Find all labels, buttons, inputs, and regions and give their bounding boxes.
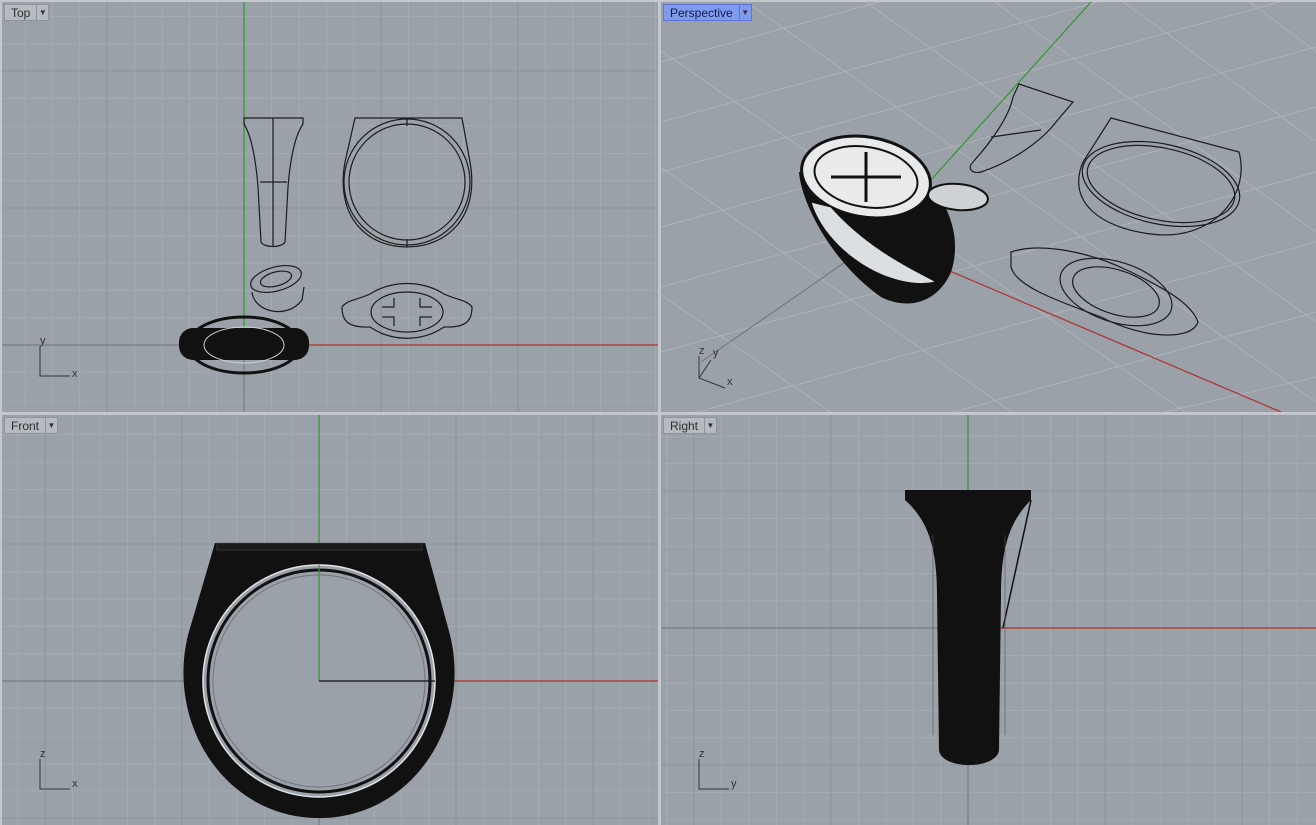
axis-label-x: x	[72, 778, 78, 790]
axis-label-x: x	[72, 368, 78, 380]
viewport-top[interactable]: Top ▼ y x	[2, 2, 658, 412]
chevron-down-icon[interactable]: ▼	[45, 417, 59, 434]
viewport-top-label[interactable]: Top	[4, 4, 37, 21]
chevron-down-icon[interactable]: ▼	[36, 4, 50, 21]
viewport-right-label[interactable]: Right	[663, 417, 705, 434]
axis-label-z: z	[40, 748, 46, 760]
axis-label-y: y	[40, 335, 46, 347]
viewport-front[interactable]: Front ▼ z x	[2, 415, 658, 825]
axis-label-z: z	[699, 345, 705, 357]
chevron-down-icon[interactable]: ▼	[738, 4, 752, 21]
axis-label-x: x	[727, 376, 733, 388]
viewport-top-title[interactable]: Top ▼	[4, 4, 50, 21]
axis-label-y: y	[731, 778, 737, 790]
viewport-perspective-title[interactable]: Perspective ▼	[663, 4, 752, 21]
right-scene	[661, 415, 1316, 825]
top-scene	[2, 2, 658, 412]
axis-label-y: y	[713, 347, 719, 359]
chevron-down-icon[interactable]: ▼	[704, 417, 718, 434]
perspective-scene	[661, 2, 1316, 412]
front-scene	[2, 415, 658, 825]
viewport-perspective[interactable]: Perspective ▼ z y x	[661, 2, 1316, 412]
viewport-front-label[interactable]: Front	[4, 417, 46, 434]
viewport-right[interactable]: Right ▼ z y	[661, 415, 1316, 825]
viewport-right-title[interactable]: Right ▼	[663, 417, 718, 434]
persp-ring-outline	[1078, 117, 1242, 236]
viewport-front-title[interactable]: Front ▼	[4, 417, 59, 434]
viewport-perspective-label[interactable]: Perspective	[663, 4, 739, 21]
axis-label-z: z	[699, 748, 705, 760]
persp-plate	[1010, 247, 1199, 336]
